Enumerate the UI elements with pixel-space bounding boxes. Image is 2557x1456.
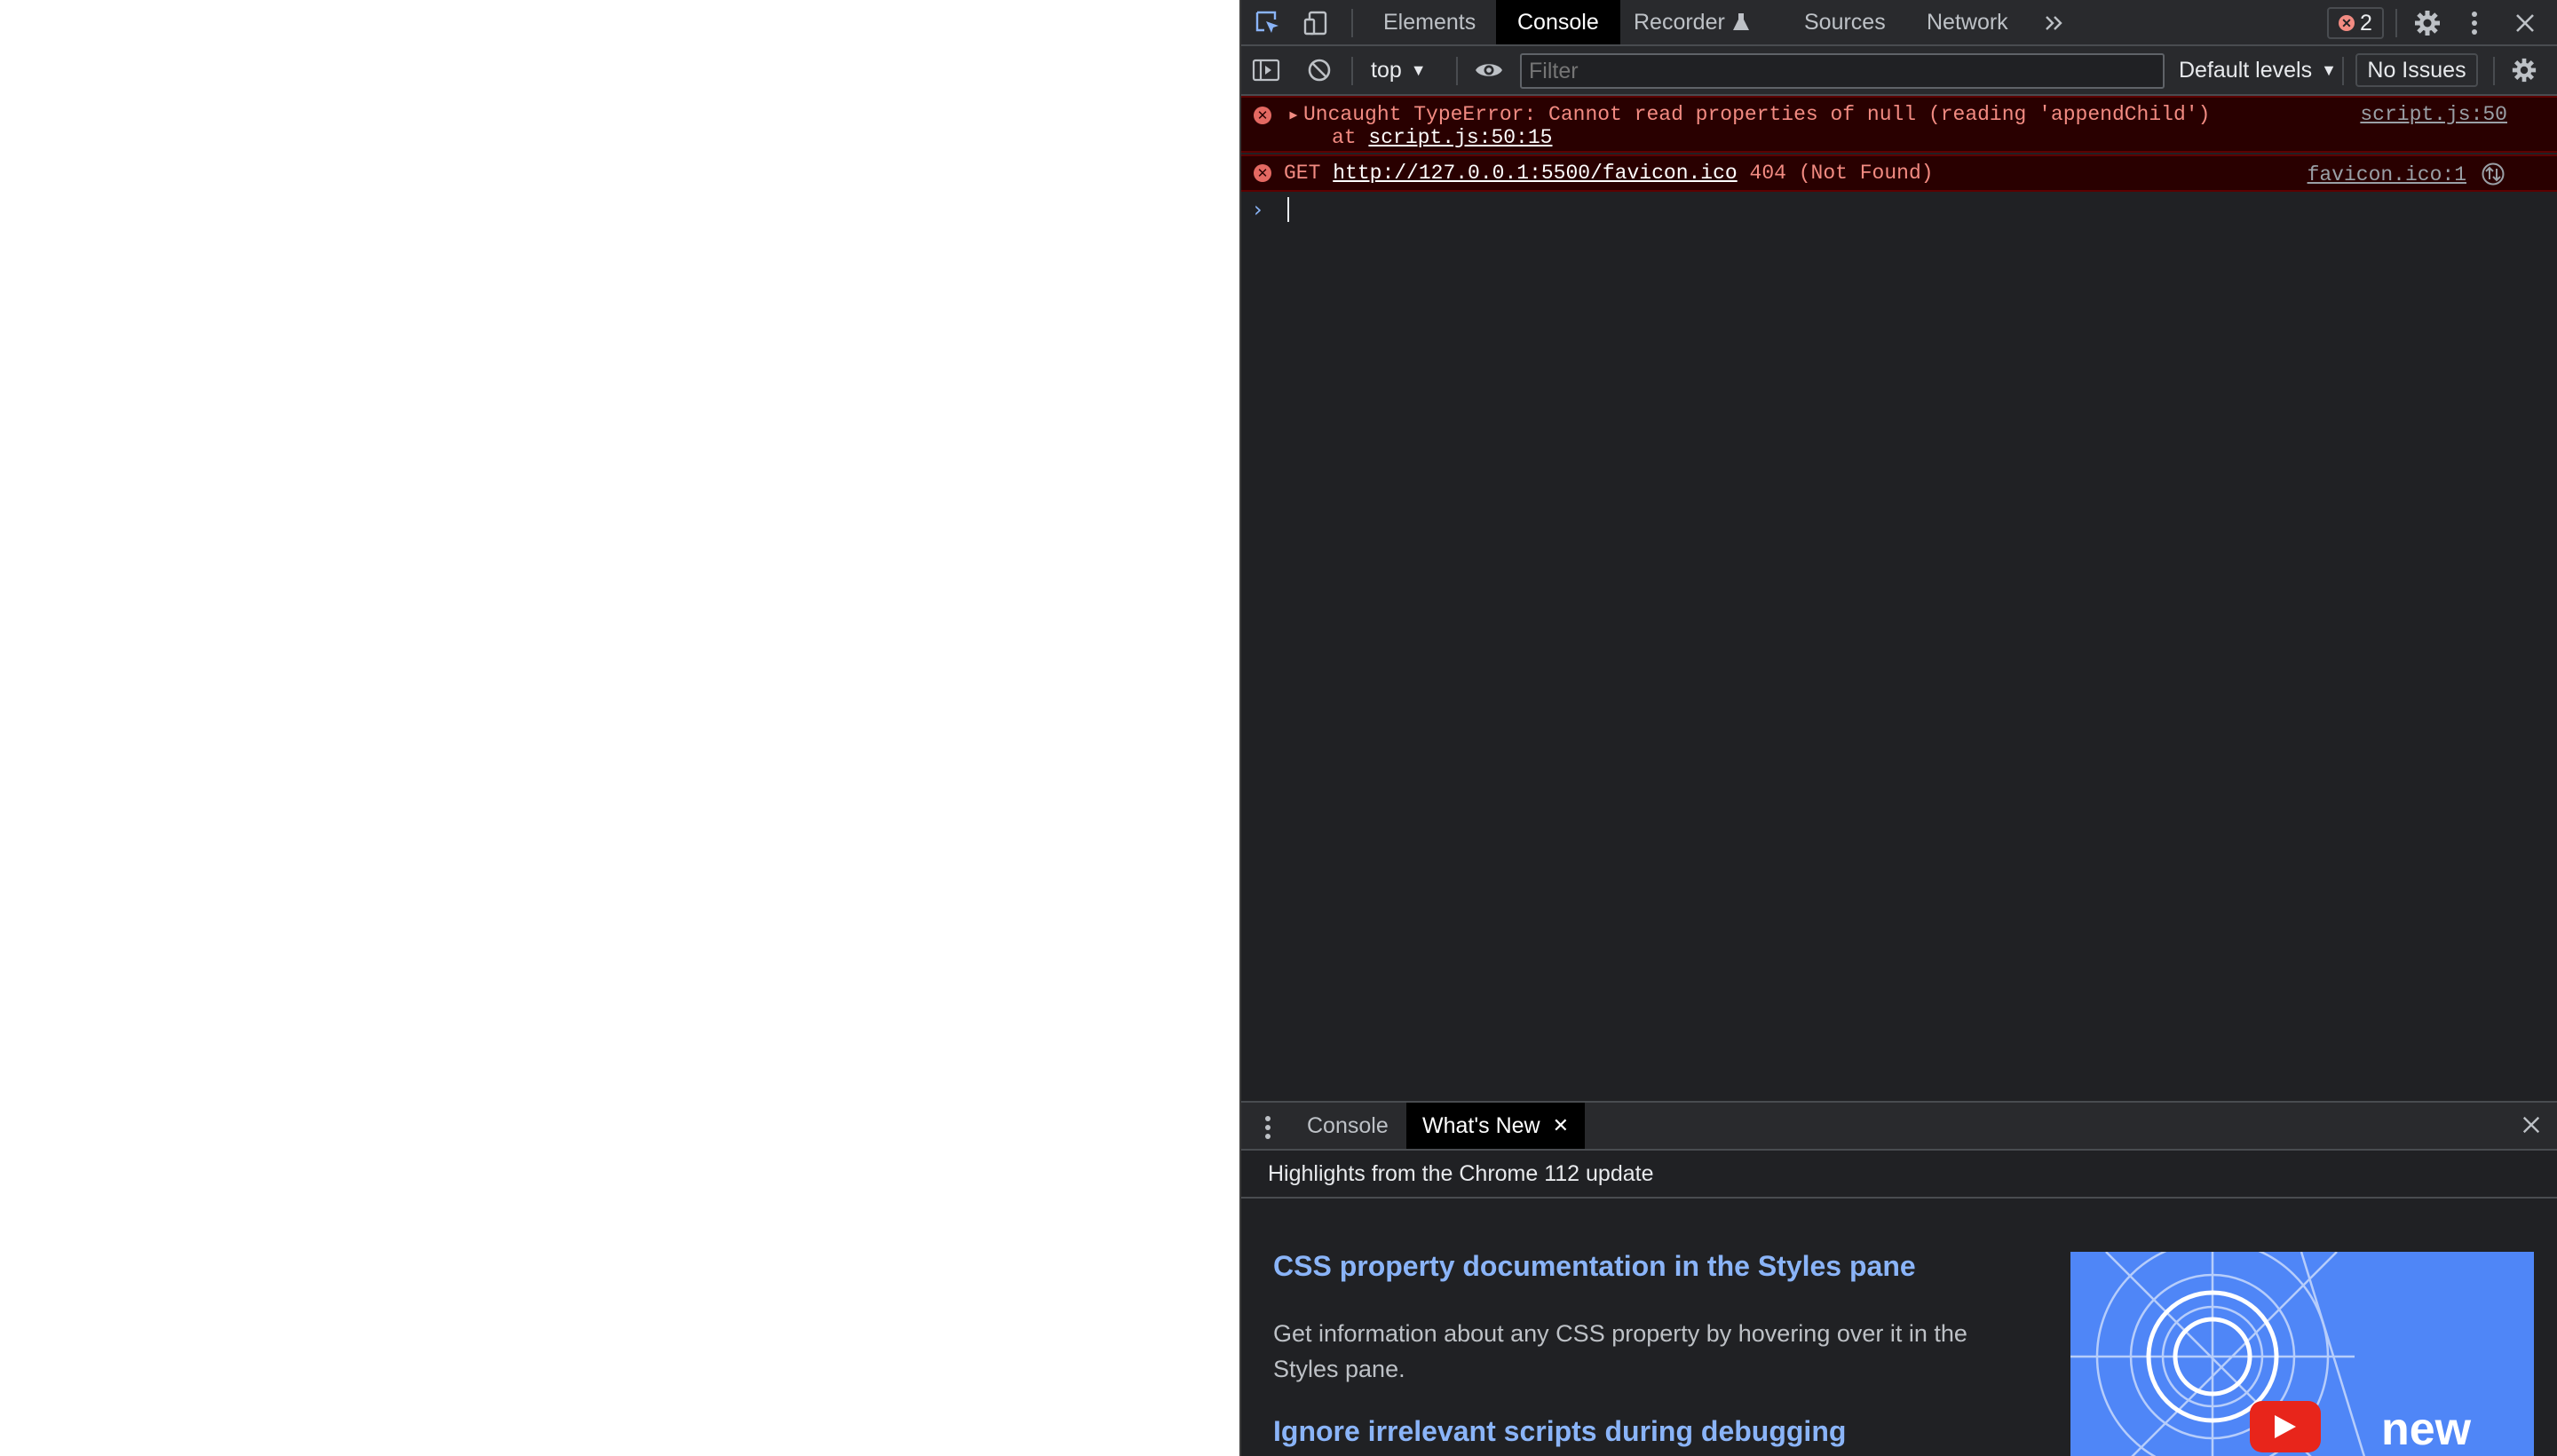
stack-prefix: at xyxy=(1332,126,1369,149)
toolbar-separator xyxy=(2493,57,2495,85)
log-levels-dropdown[interactable]: Default levels ▼ xyxy=(2179,46,2337,94)
error-text[interactable]: Uncaught TypeError: Cannot read properti… xyxy=(1303,103,2210,126)
tab-recorder[interactable]: Recorder xyxy=(1612,0,1771,44)
drawer-tab-whats-new[interactable]: What's New ✕ xyxy=(1406,1103,1586,1149)
clear-console-icon[interactable] xyxy=(1307,46,1332,94)
tab-label: Sources xyxy=(1804,9,1886,35)
tab-label: Recorder xyxy=(1634,9,1725,35)
error-icon: ✕ xyxy=(1254,107,1271,124)
source-link[interactable]: script.js:50 xyxy=(2360,103,2507,126)
filter-input[interactable] xyxy=(1520,53,2165,89)
toolbar-separator xyxy=(2342,57,2344,85)
close-drawer-icon[interactable] xyxy=(2521,1115,2541,1139)
expand-arrow-icon[interactable]: ▸ xyxy=(1287,103,1300,127)
more-tabs-icon[interactable] xyxy=(2038,0,2070,46)
issues-label: No Issues xyxy=(2367,57,2466,83)
inspected-page xyxy=(0,0,1239,1456)
tab-label: Network xyxy=(1927,9,2008,35)
network-request-icon[interactable] xyxy=(2481,162,2506,193)
device-toolbar-icon[interactable] xyxy=(1298,0,1334,46)
toolbar-separator xyxy=(1351,57,1353,85)
drawer-tab-console[interactable]: Console xyxy=(1291,1103,1405,1149)
toolbar-separator xyxy=(1351,9,1353,37)
console-error-message: ✕ ▸ Uncaught TypeError: Cannot read prop… xyxy=(1241,96,2557,153)
drawer-menu-icon[interactable] xyxy=(1264,1115,1271,1144)
error-icon: ✕ xyxy=(1254,164,1271,182)
console-input-caret[interactable] xyxy=(1287,197,1289,222)
tab-label: Console xyxy=(1517,9,1599,35)
live-expression-eye-icon[interactable] xyxy=(1474,46,1504,94)
feature-title-link[interactable]: CSS property documentation in the Styles… xyxy=(1273,1250,1916,1283)
youtube-play-icon xyxy=(2250,1401,2321,1452)
video-thumbnail[interactable]: new xyxy=(2070,1252,2534,1456)
chevron-down-icon: ▼ xyxy=(2321,60,2337,79)
toolbar-separator xyxy=(1456,57,1458,85)
tab-label: What's New xyxy=(1422,1112,1540,1138)
feature-title-link[interactable]: Ignore irrelevant scripts during debuggi… xyxy=(1273,1415,1846,1448)
whats-new-body: CSS property documentation in the Styles… xyxy=(1241,1199,2557,1456)
error-icon: ✕ xyxy=(2339,15,2355,31)
tab-console[interactable]: Console xyxy=(1496,0,1620,44)
context-selector[interactable]: top ▼ xyxy=(1371,46,1427,94)
sidebar-toggle-icon[interactable] xyxy=(1252,46,1280,94)
thumbnail-text: new xyxy=(2381,1404,2472,1455)
chevron-down-icon: ▼ xyxy=(1410,60,1427,79)
error-count-badge[interactable]: ✕ 2 xyxy=(2327,7,2384,39)
main-toolbar: Elements Console Recorder Sources Networ… xyxy=(1241,0,2557,46)
tab-network[interactable]: Network xyxy=(1905,0,2030,44)
console-prompt-chevron-icon: › xyxy=(1254,197,1263,222)
toolbar-separator xyxy=(2395,9,2397,37)
stack-frame-link[interactable]: script.js:50:15 xyxy=(1368,126,1552,149)
close-devtools-icon[interactable] xyxy=(2507,0,2543,46)
log-levels-label: Default levels xyxy=(2179,57,2313,83)
issues-button[interactable]: No Issues xyxy=(2355,53,2478,87)
console-network-error-message: ✕ GET http://127.0.0.1:5500/favicon.ico … xyxy=(1241,154,2557,192)
request-status: 404 (Not Found) xyxy=(1749,162,1934,185)
kebab-menu-icon[interactable] xyxy=(2461,0,2488,46)
close-tab-icon[interactable]: ✕ xyxy=(1553,1114,1569,1137)
tab-label: Console xyxy=(1307,1112,1389,1138)
tab-label: Elements xyxy=(1383,9,1476,35)
request-url-link[interactable]: http://127.0.0.1:5500/favicon.ico xyxy=(1333,162,1737,185)
gear-icon[interactable] xyxy=(2410,0,2445,46)
console-toolbar: top ▼ Default levels ▼ No Issues xyxy=(1241,46,2557,96)
whats-new-heading: Highlights from the Chrome 112 update xyxy=(1268,1160,1654,1186)
recorder-flask-icon xyxy=(1732,12,1750,32)
error-count: 2 xyxy=(2360,10,2372,36)
console-settings-gear-icon[interactable] xyxy=(2511,46,2537,94)
source-link[interactable]: favicon.ico:1 xyxy=(2308,163,2466,186)
request-method: GET xyxy=(1284,162,1321,185)
inspect-element-icon[interactable] xyxy=(1250,0,1286,46)
context-label: top xyxy=(1371,57,1402,83)
tab-elements[interactable]: Elements xyxy=(1362,0,1497,44)
feature-description: Get information about any CSS property b… xyxy=(1273,1320,1967,1382)
tab-sources[interactable]: Sources xyxy=(1783,0,1907,44)
drawer-tabbar: Console What's New ✕ xyxy=(1241,1101,2557,1151)
devtools-panel: Elements Console Recorder Sources Networ… xyxy=(1239,0,2557,1456)
whats-new-header: Highlights from the Chrome 112 update xyxy=(1241,1151,2557,1199)
